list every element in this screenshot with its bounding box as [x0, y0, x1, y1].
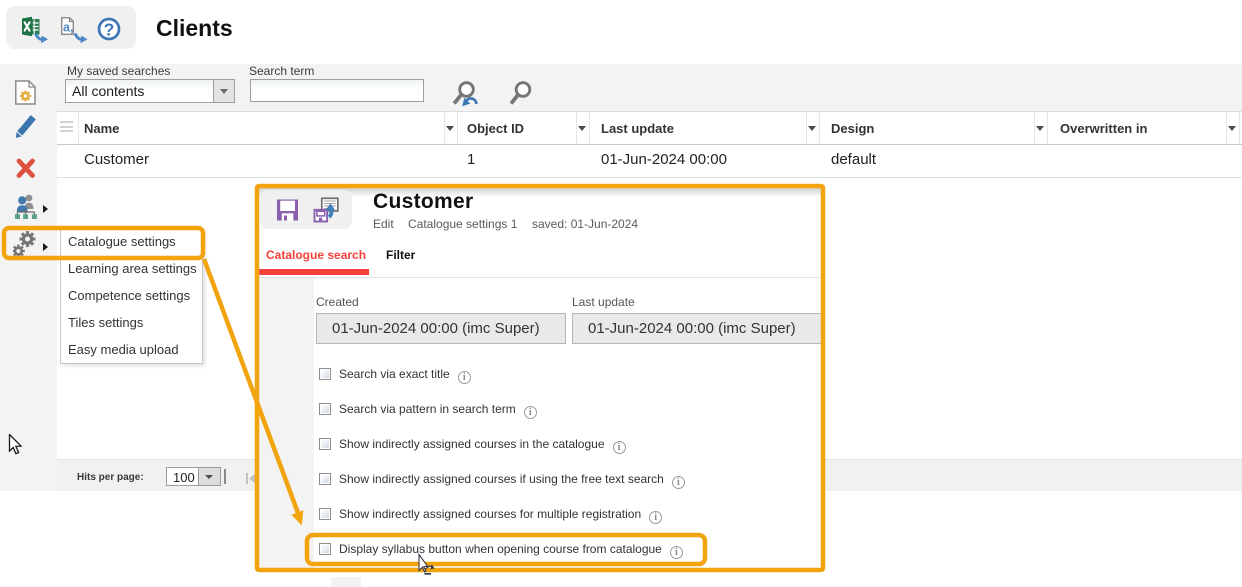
svg-text:?: ? [104, 19, 115, 39]
svg-text:a,: a, [63, 21, 73, 35]
